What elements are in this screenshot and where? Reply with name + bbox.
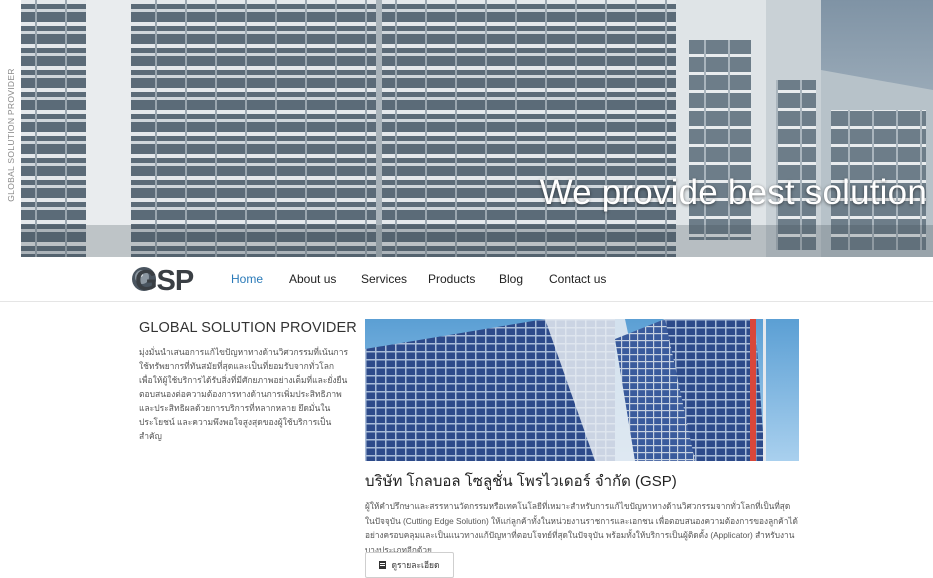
side-label-text: GLOBAL SOLUTION PROVIDER: [6, 68, 16, 202]
company-section: บริษัท โกลบอล โซลูชั่น โพรไวเดอร์ จำกัด …: [365, 319, 799, 578]
nav-about-us[interactable]: About us: [289, 272, 336, 286]
company-text: ผู้ให้คำปรึกษาและสรรหานวัตกรรมหรือเทคโนโ…: [365, 501, 798, 555]
company-building-image: [365, 319, 799, 461]
hero-banner: We provide best solution: [21, 0, 933, 257]
intro-section: GLOBAL SOLUTION PROVIDER มุ่งมั่นนำเสนอก…: [139, 320, 357, 443]
company-title: บริษัท โกลบอล โซลูชั่น โพรไวเดอร์ จำกัด …: [365, 473, 677, 490]
nav-products[interactable]: Products: [428, 272, 475, 286]
main-navbar: GSP Home About us Services Products Blog…: [0, 257, 933, 302]
nav-services[interactable]: Services: [361, 272, 407, 286]
side-label: GLOBAL SOLUTION PROVIDER: [0, 0, 21, 257]
logo-text: GSP: [135, 265, 194, 297]
gsp-logo[interactable]: GSP: [131, 261, 201, 297]
nav-blog[interactable]: Blog: [499, 272, 523, 286]
more-details-label: ดูรายละเอียด: [391, 560, 440, 570]
nav-contact-us[interactable]: Contact us: [549, 272, 606, 286]
hero-slogan: We provide best solution: [539, 173, 927, 212]
hero-building-image: [21, 0, 933, 257]
intro-text: มุ่งมั่นนำเสนอการแก้ไขปัญหาทางด้านวิศวกร…: [139, 347, 349, 441]
more-details-button[interactable]: ดูรายละเอียด: [365, 552, 454, 578]
nav-home[interactable]: Home: [231, 272, 263, 286]
intro-title: GLOBAL SOLUTION PROVIDER: [139, 320, 357, 336]
document-icon: [379, 561, 387, 569]
